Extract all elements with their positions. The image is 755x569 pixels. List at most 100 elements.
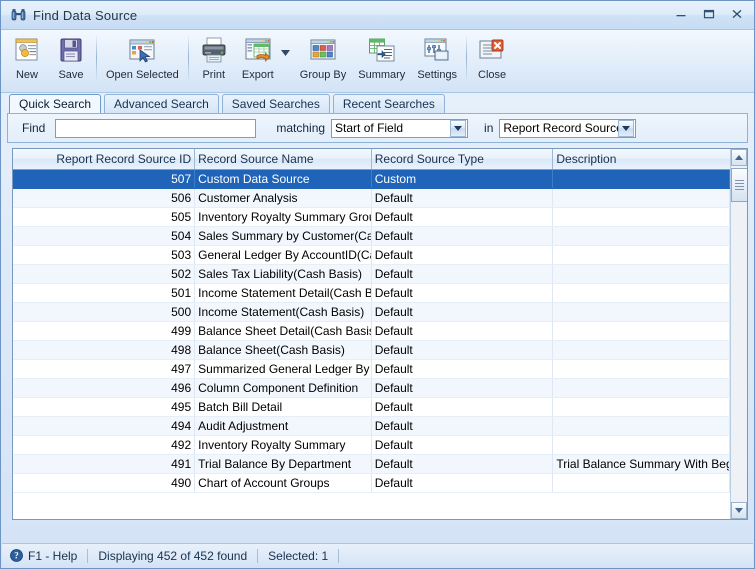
table-row[interactable]: 498 Balance Sheet(Cash Basis) Default	[13, 340, 730, 360]
table-row[interactable]: 500 Income Statement(Cash Basis) Default	[13, 302, 730, 322]
cell-id: 505	[13, 207, 196, 227]
table-row[interactable]: 491 Trial Balance By Department Default Tri…	[13, 454, 730, 474]
table-row[interactable]: 497Summarized General Ledger By AcccDefa…	[13, 359, 730, 379]
scrollbar-thumb[interactable]	[731, 168, 747, 202]
cell-id: 498	[13, 340, 196, 360]
table-row[interactable]: 505 Inventory Royalty Summary Group Defaul…	[13, 207, 730, 227]
cell-description	[552, 302, 730, 322]
column-header-record-source-name[interactable]: Record Source Name	[194, 149, 372, 170]
column-header-report-record-source-id[interactable]: Report Record Source ID	[13, 149, 196, 170]
cell-name: Trial Balance By Department	[194, 454, 372, 474]
binoculars-icon	[7, 5, 29, 25]
table-row[interactable]: 494 Audit Adjustment Default	[13, 416, 730, 436]
cell-description	[552, 340, 730, 360]
toolbar-button-export[interactable]: Export	[236, 30, 280, 88]
cell-id: 503	[13, 245, 196, 265]
table-row[interactable]: 504Sales Summary by Customer(Cash BDefau…	[13, 226, 730, 246]
table-row[interactable]: 490 Chart of Account Groups Default	[13, 473, 730, 493]
grip-line	[735, 180, 744, 181]
cell-type: Default	[371, 302, 554, 322]
cell-type: Default	[371, 378, 554, 398]
cell-description	[552, 359, 730, 379]
cell-type: Default	[371, 321, 554, 341]
cell-description	[552, 397, 730, 417]
minimize-button[interactable]	[668, 4, 694, 24]
cell-description	[552, 435, 730, 455]
cell-name: Balance Sheet Detail(Cash Basis)	[194, 321, 372, 341]
toolbar-button-new[interactable]: New	[5, 30, 49, 88]
matching-dropdown-value: Start of Field	[335, 121, 404, 135]
cell-description	[552, 473, 730, 493]
toolbar-button-open-selected[interactable]: Open Selected	[100, 30, 185, 88]
cell-name: Summarized General Ledger By Accc	[194, 359, 372, 379]
export-dropdown-arrow-icon[interactable]	[280, 36, 292, 70]
find-label: Find	[22, 121, 46, 135]
toolbar-button-summary[interactable]: Summary	[352, 30, 411, 88]
toolbar-button-close[interactable]: Close	[470, 30, 514, 88]
cell-id: 504	[13, 226, 196, 246]
toolbar-button-group-by[interactable]: Group By	[294, 30, 352, 88]
field-dropdown-value: Report Record Source II	[503, 121, 618, 135]
cell-name: Batch Bill Detail	[194, 397, 372, 417]
summary-sheet-icon	[367, 33, 397, 67]
printer-icon	[199, 33, 229, 67]
matching-dropdown[interactable]: Start of Field	[331, 118, 469, 138]
cell-name: Inventory Royalty Summary Group	[194, 207, 372, 227]
tab-recent-searches[interactable]: Recent Searches	[332, 94, 445, 113]
search-input[interactable]	[55, 118, 257, 138]
toolbar-label-print: Print	[202, 69, 226, 81]
table-row[interactable]: 507 Custom Data Source Custom	[13, 169, 730, 189]
window-controls	[668, 4, 750, 24]
table-row[interactable]: 495 Batch Bill Detail Default	[13, 397, 730, 417]
toolbar-label-summary: Summary	[358, 69, 406, 81]
export-grid-arrow-icon	[243, 33, 273, 67]
maximize-button[interactable]	[696, 4, 722, 24]
cell-description	[552, 188, 730, 208]
toolbar-separator-3	[466, 34, 468, 82]
tab-saved-searches[interactable]: Saved Searches	[221, 94, 330, 113]
matching-label: matching	[276, 121, 326, 135]
cell-name: Balance Sheet(Cash Basis)	[194, 340, 372, 360]
field-dropdown[interactable]: Report Record Source II	[499, 118, 637, 138]
cell-description	[552, 207, 730, 227]
cell-name: Custom Data Source	[194, 169, 372, 189]
toolbar-button-settings[interactable]: Settings	[411, 30, 463, 88]
cell-id: 494	[13, 416, 196, 436]
table-row[interactable]: 503 General Ledger By AccountID(Cash Defau…	[13, 245, 730, 265]
table-row[interactable]: 496 Column Component Definition Default	[13, 378, 730, 398]
cell-type: Default	[371, 435, 554, 455]
grid-rows: 507 Custom Data Source Custom 506 Customer …	[13, 169, 730, 493]
toolbar-label-settings: Settings	[417, 69, 458, 81]
close-button[interactable]	[724, 4, 750, 24]
table-row[interactable]: 501Income Statement Detail(Cash BasisDef…	[13, 283, 730, 303]
toolbar-button-save[interactable]: Save	[49, 30, 93, 88]
chevron-down-icon[interactable]	[450, 119, 467, 137]
cell-type: Default	[371, 207, 554, 227]
column-header-record-source-type[interactable]: Record Source Type	[371, 149, 554, 170]
cell-description	[552, 169, 730, 189]
toolbar-label-save: Save	[58, 69, 84, 81]
cell-name: Income Statement Detail(Cash Basis	[194, 283, 372, 303]
column-header-description[interactable]: Description	[552, 149, 730, 170]
table-row[interactable]: 502 Sales Tax Liability(Cash Basis) Defaul…	[13, 264, 730, 284]
cell-name: Chart of Account Groups	[194, 473, 372, 493]
table-row[interactable]: 499 Balance Sheet Detail(Cash Basis) Defau…	[13, 321, 730, 341]
results-grid-body: Report Record Source ID Record Source Na…	[13, 149, 730, 519]
toolbar-button-print[interactable]: Print	[192, 30, 236, 88]
cell-type: Default	[371, 359, 554, 379]
cell-description	[552, 226, 730, 246]
status-help-text[interactable]: F1 - Help	[28, 549, 87, 563]
toolbar-separator-2	[187, 34, 189, 82]
scroll-up-button[interactable]	[731, 149, 747, 166]
cell-id: 492	[13, 435, 196, 455]
chevron-down-icon[interactable]	[618, 119, 635, 137]
scroll-down-button[interactable]	[731, 502, 747, 519]
grid-header-row: Report Record Source ID Record Source Na…	[13, 149, 730, 170]
tab-quick-search[interactable]: Quick Search	[9, 94, 102, 113]
table-row[interactable]: 492 Inventory Royalty Summary Default	[13, 435, 730, 455]
vertical-scrollbar[interactable]	[730, 149, 747, 519]
floppy-disk-icon	[56, 33, 86, 67]
table-row[interactable]: 506 Customer Analysis Default	[13, 188, 730, 208]
toolbar-label-open-selected: Open Selected	[106, 69, 179, 81]
tab-advanced-search[interactable]: Advanced Search	[104, 94, 219, 113]
